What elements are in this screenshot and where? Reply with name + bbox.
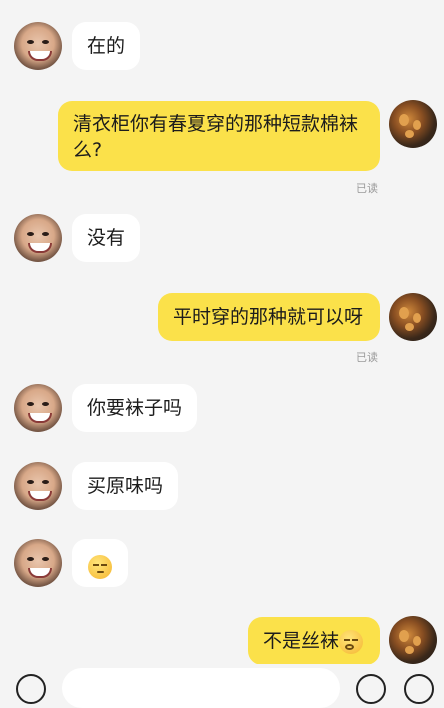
read-status: 已读 — [356, 351, 378, 364]
outgoing-message[interactable]: 平时穿的那种就可以呀 — [158, 293, 380, 341]
chat-area[interactable]: 在的 清衣柜你有春夏穿的那种短款棉袜么? 已读 没有 平时穿的那种就可以呀 已读… — [0, 0, 444, 680]
add-button[interactable] — [404, 674, 434, 704]
read-status: 已读 — [356, 182, 378, 195]
incoming-message[interactable]: 没有 — [72, 214, 141, 262]
avatar-detail — [413, 120, 421, 130]
avatar-eye — [27, 402, 34, 406]
my-avatar[interactable] — [389, 616, 437, 664]
message-text: 不是丝袜 — [263, 630, 340, 652]
emoji-button[interactable] — [356, 674, 386, 704]
outgoing-message[interactable]: 清衣柜你有春夏穿的那种短款棉袜么? — [58, 101, 380, 171]
contact-avatar[interactable] — [14, 22, 62, 70]
incoming-message[interactable]: 在的 — [72, 22, 141, 70]
drooling-emoji-icon — [339, 629, 364, 654]
avatar-detail — [399, 630, 409, 642]
avatar-mouth — [28, 51, 52, 61]
voice-button[interactable] — [16, 674, 46, 704]
avatar-eye — [27, 232, 34, 236]
my-avatar[interactable] — [389, 100, 437, 148]
avatar-eye — [27, 557, 34, 561]
my-avatar[interactable] — [389, 293, 437, 341]
avatar-eye — [42, 480, 49, 484]
input-bar — [0, 664, 444, 708]
smirk-emoji-icon — [88, 554, 112, 579]
avatar-mouth — [28, 243, 52, 253]
contact-avatar[interactable] — [14, 539, 62, 587]
incoming-message[interactable]: 买原味吗 — [72, 462, 179, 510]
avatar-mouth — [28, 491, 52, 501]
avatar-detail — [413, 636, 421, 646]
avatar-eye — [42, 232, 49, 236]
contact-avatar[interactable] — [14, 214, 62, 262]
avatar-detail — [405, 130, 414, 138]
contact-avatar[interactable] — [14, 384, 62, 432]
avatar-mouth — [28, 413, 52, 423]
avatar-detail — [399, 114, 409, 126]
avatar-detail — [405, 323, 414, 331]
message-input[interactable] — [62, 668, 340, 708]
contact-avatar[interactable] — [14, 462, 62, 510]
avatar-mouth — [28, 568, 52, 578]
outgoing-message[interactable]: 不是丝袜 — [248, 617, 380, 665]
avatar-eye — [27, 480, 34, 484]
avatar-detail — [405, 646, 414, 654]
avatar-detail — [413, 313, 421, 323]
avatar-eye — [42, 557, 49, 561]
incoming-message[interactable] — [72, 539, 128, 587]
avatar-eye — [27, 40, 34, 44]
incoming-message[interactable]: 你要袜子吗 — [72, 384, 198, 432]
avatar-eye — [42, 402, 49, 406]
avatar-eye — [42, 40, 49, 44]
avatar-detail — [399, 307, 409, 319]
